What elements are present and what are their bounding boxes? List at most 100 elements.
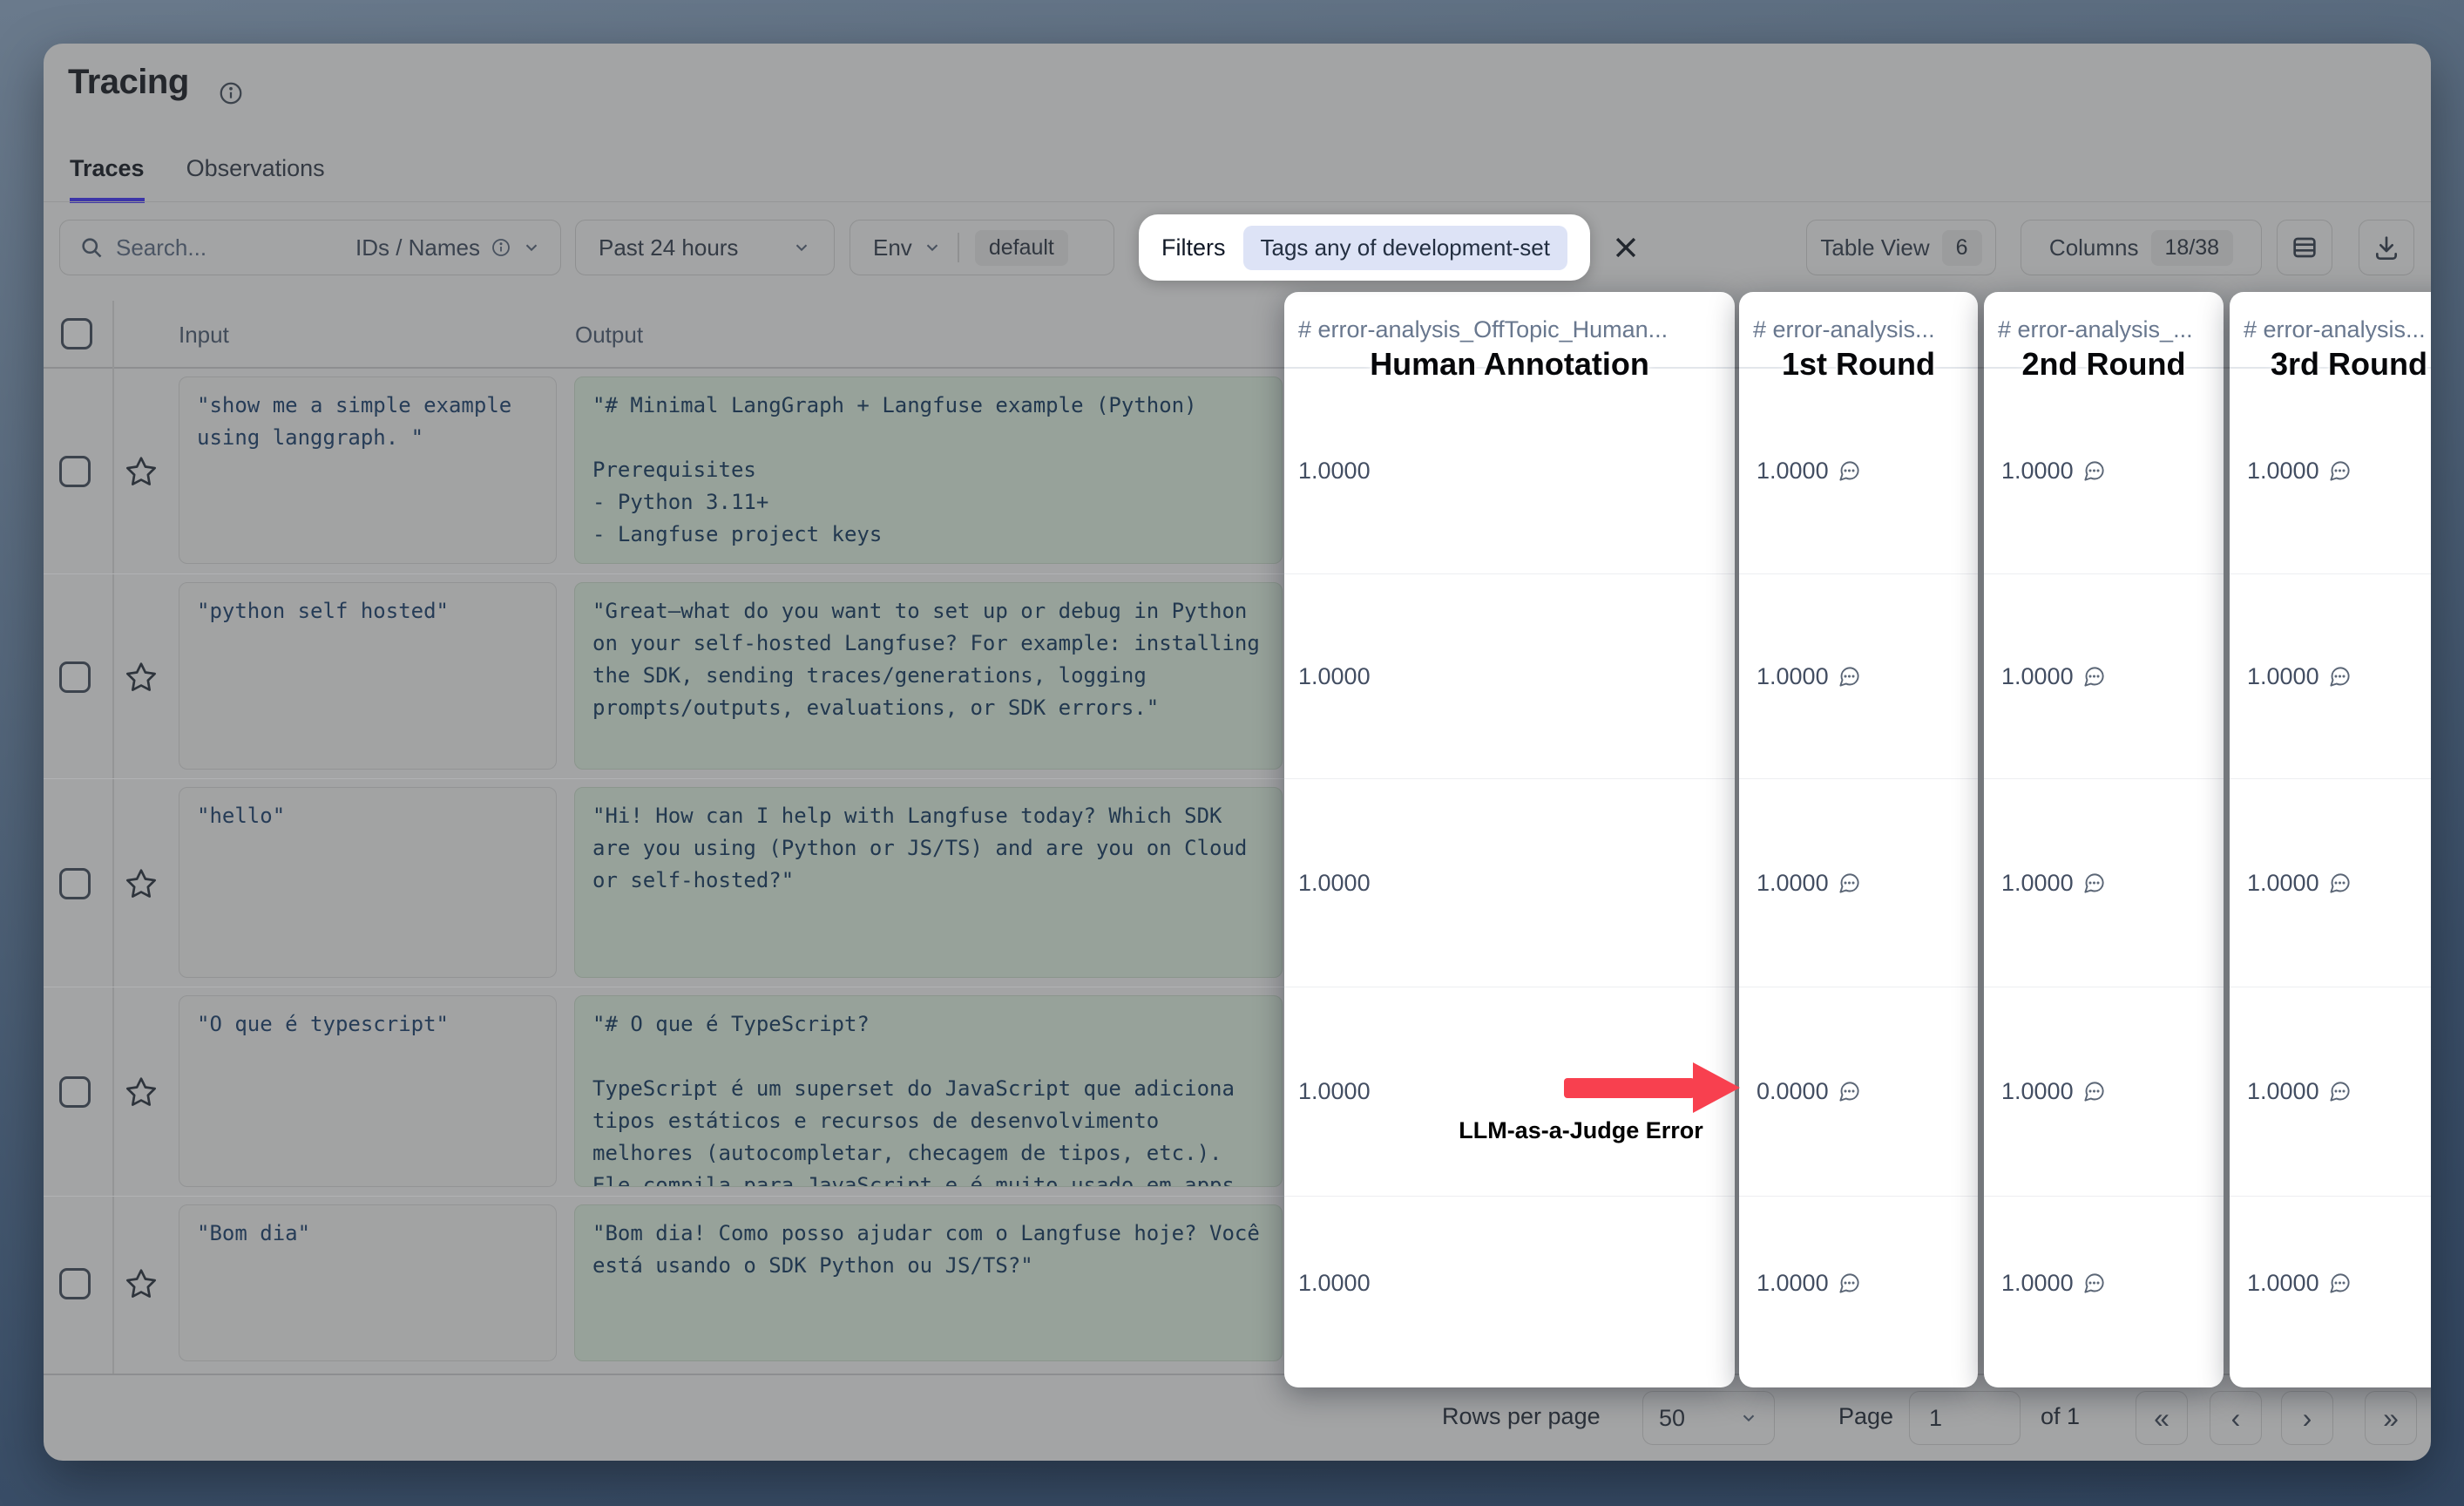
row-height-icon xyxy=(2291,234,2318,261)
score-value-cell: 1.0000 xyxy=(1984,573,2224,778)
table-row[interactable]: "show me a simple example using langgrap… xyxy=(44,369,1284,573)
comment-bubble-icon xyxy=(2082,1080,2106,1103)
score-value-cell: 1.0000 xyxy=(2230,573,2431,778)
search-mode-select[interactable]: IDs / Names xyxy=(355,234,541,261)
search-icon xyxy=(79,235,104,260)
bookmark-star-icon[interactable] xyxy=(124,1266,159,1301)
bookmark-star-icon[interactable] xyxy=(124,1075,159,1109)
score-value: 1.0000 xyxy=(2247,1078,2319,1105)
score-value-cell: 1.0000 xyxy=(1284,778,1735,987)
comment-bubble-icon xyxy=(1838,665,1861,689)
comment-bubble-icon xyxy=(1838,1080,1861,1103)
filter-tag-chip[interactable]: Tags any of development-set xyxy=(1243,226,1567,270)
score-value-cell: 1.0000 xyxy=(1984,987,2224,1196)
output-cell[interactable]: "# O que é TypeScript? TypeScript é um s… xyxy=(574,995,1283,1187)
columns-button[interactable]: Columns 18/38 xyxy=(2021,220,2262,275)
filters-button[interactable]: Filters Tags any of development-set xyxy=(1139,214,1590,281)
comment-bubble-icon xyxy=(2328,665,2352,689)
score-value-cell: 1.0000 xyxy=(1984,778,2224,987)
column-header-input: Input xyxy=(179,322,229,349)
tab-bar: Traces Observations xyxy=(70,155,325,203)
input-cell[interactable]: "show me a simple example using langgrap… xyxy=(179,376,557,564)
score-column-annotation: Human Annotation xyxy=(1284,346,1735,383)
last-page-button[interactable]: » xyxy=(2365,1391,2417,1445)
annotation-arrow-body xyxy=(1564,1078,1695,1098)
row-height-button[interactable] xyxy=(2277,220,2332,275)
score-value-cell: 1.0000 xyxy=(2230,1196,2431,1370)
bookmark-star-icon[interactable] xyxy=(124,454,159,489)
score-value-cell: 1.0000 xyxy=(1984,369,2224,573)
columns-count-badge: 18/38 xyxy=(2151,230,2234,266)
info-icon[interactable] xyxy=(218,80,244,106)
filters-label: Filters xyxy=(1161,234,1226,261)
score-value-cell: 1.0000 xyxy=(2230,987,2431,1196)
chevron-down-icon xyxy=(792,238,811,257)
chevron-down-icon xyxy=(522,238,541,257)
score-value: 1.0000 xyxy=(1757,663,1829,690)
page-title: Tracing xyxy=(68,63,189,102)
output-cell[interactable]: "Bom dia! Como posso ajudar com o Langfu… xyxy=(574,1204,1283,1361)
table-view-button[interactable]: Table View 6 xyxy=(1806,220,1996,275)
tab-observations[interactable]: Observations xyxy=(186,155,325,203)
table-row[interactable]: "python self hosted""Great—what do you w… xyxy=(44,573,1284,778)
env-select[interactable]: Env default xyxy=(850,220,1114,275)
annotation-arrow-head xyxy=(1693,1062,1740,1113)
annotation-arrow xyxy=(1564,1062,1740,1113)
row-checkbox[interactable] xyxy=(59,1076,91,1108)
score-value-cell: 1.0000 xyxy=(1739,573,1978,778)
table-row[interactable]: "hello""Hi! How can I help with Langfuse… xyxy=(44,778,1284,987)
row-checkbox[interactable] xyxy=(59,868,91,899)
time-range-select[interactable]: Past 24 hours xyxy=(575,220,835,275)
input-cell[interactable]: "O que é typescript" xyxy=(179,995,557,1187)
tracing-panel: Tracing Traces Observations Search... ID… xyxy=(44,44,2431,1461)
info-icon xyxy=(491,237,511,258)
row-checkbox[interactable] xyxy=(59,456,91,487)
score-value-cell: 1.0000 xyxy=(1284,1196,1735,1370)
bookmark-star-icon[interactable] xyxy=(124,660,159,695)
comment-bubble-icon xyxy=(2328,1080,2352,1103)
score-value: 1.0000 xyxy=(2001,1270,2074,1297)
score-value-cell: 1.0000 xyxy=(1284,369,1735,573)
select-all-checkbox[interactable] xyxy=(61,318,92,349)
table-row[interactable]: "Bom dia""Bom dia! Como posso ajudar com… xyxy=(44,1196,1284,1370)
comment-bubble-icon xyxy=(1838,872,1861,895)
table-row[interactable]: "O que é typescript""# O que é TypeScrip… xyxy=(44,987,1284,1196)
output-cell[interactable]: "Hi! How can I help with Langfuse today?… xyxy=(574,787,1283,978)
comment-bubble-icon xyxy=(2328,459,2352,483)
prev-page-button[interactable]: ‹ xyxy=(2210,1391,2262,1445)
clear-filter-icon[interactable] xyxy=(1611,233,1641,262)
export-button[interactable] xyxy=(2359,220,2414,275)
score-value: 1.0000 xyxy=(1757,458,1829,485)
score-column-card: # error-analysis_...2nd Round1.00001.000… xyxy=(1984,292,2224,1387)
column-header-output: Output xyxy=(575,322,643,349)
output-cell[interactable]: "# Minimal LangGraph + Langfuse example … xyxy=(574,376,1283,564)
score-value: 1.0000 xyxy=(1757,1270,1829,1297)
table-view-count-badge: 6 xyxy=(1942,230,1982,266)
score-value: 1.0000 xyxy=(2001,1078,2074,1105)
score-value: 1.0000 xyxy=(1298,458,1371,485)
search-mode-label: IDs / Names xyxy=(355,234,480,261)
output-cell[interactable]: "Great—what do you want to set up or deb… xyxy=(574,582,1283,770)
score-column-card: # error-analysis...1st Round1.00001.0000… xyxy=(1739,292,1978,1387)
score-value: 1.0000 xyxy=(2001,458,2074,485)
search-input[interactable]: Search... IDs / Names xyxy=(59,220,561,275)
input-cell[interactable]: "python self hosted" xyxy=(179,582,557,770)
row-checkbox[interactable] xyxy=(59,661,91,693)
score-column-annotation: 1st Round xyxy=(1739,346,1978,383)
score-value-cell: 1.0000 xyxy=(1739,1196,1978,1370)
score-value-cell: 0.0000 xyxy=(1739,987,1978,1196)
next-page-button[interactable]: › xyxy=(2281,1391,2333,1445)
row-checkbox[interactable] xyxy=(59,1268,91,1299)
comment-bubble-icon xyxy=(2328,872,2352,895)
input-cell[interactable]: "hello" xyxy=(179,787,557,978)
bookmark-star-icon[interactable] xyxy=(124,866,159,901)
page-number-input[interactable]: 1 xyxy=(1909,1391,2021,1445)
comment-bubble-icon xyxy=(1838,1272,1861,1295)
rows-per-page-value: 50 xyxy=(1659,1405,1685,1432)
input-cell[interactable]: "Bom dia" xyxy=(179,1204,557,1361)
first-page-button[interactable]: « xyxy=(2136,1391,2188,1445)
annotation-label: LLM-as-a-Judge Error xyxy=(1431,1117,1731,1144)
rows-per-page-select[interactable]: 50 xyxy=(1642,1391,1775,1445)
tab-traces[interactable]: Traces xyxy=(70,155,145,203)
score-value: 1.0000 xyxy=(1298,870,1371,897)
